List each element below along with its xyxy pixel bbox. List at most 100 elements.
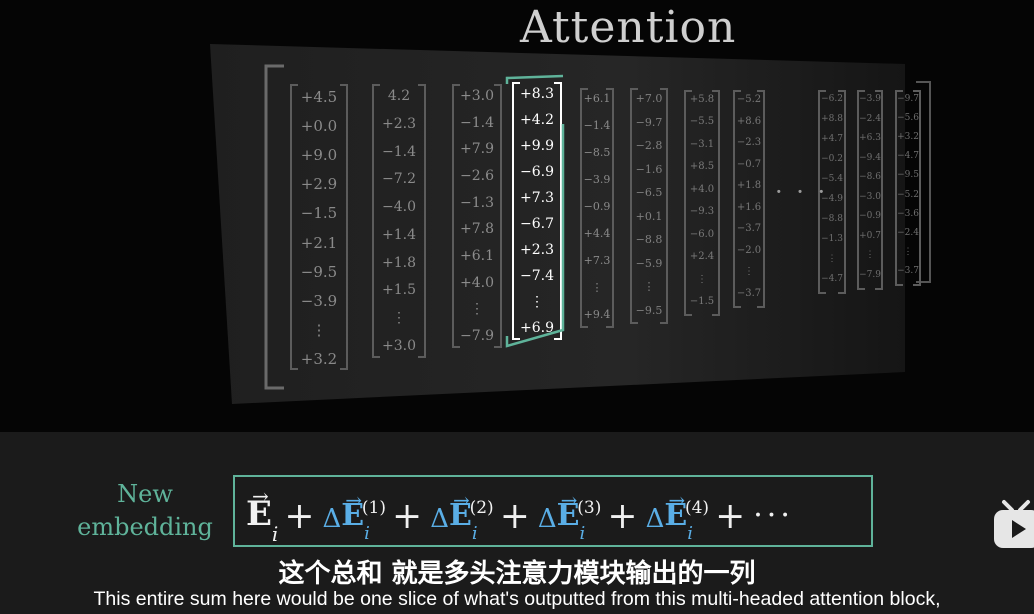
cell-value: +6.3: [859, 133, 881, 144]
cell-value: −6.5: [635, 186, 663, 200]
cell-value: −8.6: [859, 172, 881, 183]
trailing-dots: ···: [753, 498, 794, 533]
base-subscript: i: [271, 522, 279, 546]
term-superscript: (3): [577, 498, 602, 518]
delta-symbol: Δ: [322, 504, 342, 534]
base-symbol: E: [246, 494, 272, 534]
cell-value: +4.4: [583, 227, 611, 240]
cell-value: −3.0: [859, 191, 881, 202]
cell-value: −3.7: [897, 266, 919, 276]
plus-sign: +: [715, 496, 746, 537]
cell-value: −0.2: [821, 154, 843, 164]
cell-value: +7.3: [583, 254, 611, 267]
cell-value: +1.8: [736, 180, 762, 192]
term-subscript: i: [364, 523, 370, 544]
cell-value: ⋮: [643, 280, 655, 294]
cell-value: −0.9: [859, 211, 881, 222]
cell-value: ⋮: [697, 273, 707, 285]
cell-value: −7.9: [859, 270, 881, 280]
delta-symbol: Δ: [645, 504, 665, 534]
base-term: → Ei: [246, 484, 278, 546]
delta-symbol-E: E: [341, 498, 365, 533]
delta-symbol-E: E: [664, 498, 688, 533]
cell-value: −1.4: [583, 119, 611, 132]
term-superscript: (4): [684, 498, 710, 518]
cell-value: −4.7: [821, 274, 843, 284]
cell-value: −5.2: [897, 189, 919, 200]
cell-value: −3.1: [689, 138, 715, 150]
term-subscript: i: [471, 523, 478, 544]
plus-sign: +: [607, 496, 638, 537]
cell-value: −2.4: [897, 227, 919, 238]
cell-value: +6.1: [583, 92, 611, 105]
delta-embedding-term: Δ → Ei(2): [430, 486, 494, 544]
cell-value: −5.9: [635, 256, 663, 270]
cell-value: −6.0: [689, 228, 715, 240]
embedding-column: −3.9 −2.4 +6.3 −9.4 −8.6 −3.0 −0.9 +0.7 ⋮ −7.9: [857, 90, 883, 290]
cell-value: −8.8: [635, 233, 663, 247]
bilibili-tv-icon: [994, 500, 1034, 548]
subtitle-chinese: 这个总和 就是多头注意力模块输出的一列: [278, 559, 756, 589]
cell-value: −3.9: [859, 94, 881, 104]
cell-value: −2.8: [635, 139, 663, 153]
cell-value: +9.4: [583, 308, 611, 321]
new-embedding-label: New embedding: [70, 478, 220, 544]
delta-symbol-E: E: [448, 498, 472, 533]
delta-symbol: Δ: [537, 504, 557, 534]
cell-value: −2.3: [736, 137, 762, 149]
cell-value: −9.5: [897, 170, 919, 181]
delta-embedding-term: Δ → Ei(3): [537, 486, 602, 544]
cell-value: +0.1: [635, 209, 663, 223]
cell-value: −3.7: [736, 288, 762, 299]
term-superscript: (1): [361, 498, 387, 518]
cell-value: −8.8: [821, 214, 843, 224]
plus-sign: +: [392, 496, 423, 537]
embedding-equation: → Ei + Δ → Ei(1) + Δ → Ei(2) + Δ → Ei(3) + Δ → Ei(4) + …: [246, 484, 794, 546]
cell-value: −3.7: [736, 223, 762, 235]
cell-value: +8.5: [689, 161, 715, 173]
embedding-column: +6.1 −1.4 −8.5 −3.9 −0.9 +4.4 +7.3 ⋮ +9.4: [580, 88, 614, 328]
cell-value: +2.4: [689, 251, 715, 263]
cell-value: −1.3: [821, 234, 843, 244]
cell-value: −5.2: [736, 94, 762, 105]
cell-value: −0.9: [583, 200, 611, 213]
term-subscript: i: [687, 523, 693, 544]
cell-value: −5.5: [689, 116, 715, 128]
cell-value: −2.0: [736, 244, 762, 256]
cell-value: −3.6: [897, 208, 919, 219]
embedding-column: −5.2 +8.6 −2.3 −0.7 +1.8 +1.6 −3.7 −2.0 ⋮ −3.7: [733, 90, 765, 308]
cell-value: −3.9: [583, 173, 611, 186]
cell-value: +0.7: [859, 230, 881, 241]
cell-value: −9.7: [635, 115, 663, 129]
cell-value: −9.3: [689, 206, 715, 218]
cell-value: ⋮: [865, 250, 875, 261]
attention-scene: Attention +4.5 +0.0 +9.0 +2.9 −1.5 +2.1 −9.5 −3…: [0, 0, 1034, 432]
cell-value: −4.7: [897, 151, 919, 162]
cell-value: −0.7: [736, 158, 762, 170]
delta-embedding-term: Δ → Ei(4): [645, 486, 710, 544]
delta-terms: Δ → Ei(1) + Δ → Ei(2) + Δ → Ei(3) + Δ → Ei(4) +: [322, 486, 754, 544]
cell-value: −5.6: [897, 113, 919, 124]
cell-value: ⋮: [903, 246, 913, 257]
embedding-column: +5.8 −5.5 −3.1 +8.5 +4.0 −9.3 −6.0 +2.4 ⋮ −1.5: [684, 90, 720, 316]
cell-value: +7.0: [635, 92, 663, 105]
cell-value: ⋮: [744, 266, 754, 278]
cell-value: +8.6: [736, 115, 762, 127]
delta-symbol: Δ: [430, 504, 449, 534]
cell-value: −9.5: [635, 304, 663, 317]
cell-value: −6.2: [821, 94, 843, 104]
cell-value: −8.5: [583, 146, 611, 159]
cell-value: −9.4: [859, 152, 881, 163]
cell-value: +1.6: [736, 201, 762, 213]
cell-value: −2.4: [859, 113, 881, 124]
cell-value: ⋮: [827, 254, 837, 264]
delta-embedding-term: Δ → Ei(1): [322, 486, 387, 544]
label-line-1: New: [117, 480, 173, 508]
plus-sign: +: [499, 496, 530, 537]
term-subscript: i: [579, 523, 586, 544]
subtitle-english: This entire sum here would be one slice …: [93, 588, 941, 610]
embedding-column: −9.7 −5.6 +3.2 −4.7 −9.5 −5.2 −3.6 −2.4 ⋮ −3.7: [895, 90, 921, 286]
cell-value: −1.5: [689, 296, 715, 307]
plus-sign: +: [284, 496, 315, 537]
cell-value: +5.8: [689, 94, 715, 105]
